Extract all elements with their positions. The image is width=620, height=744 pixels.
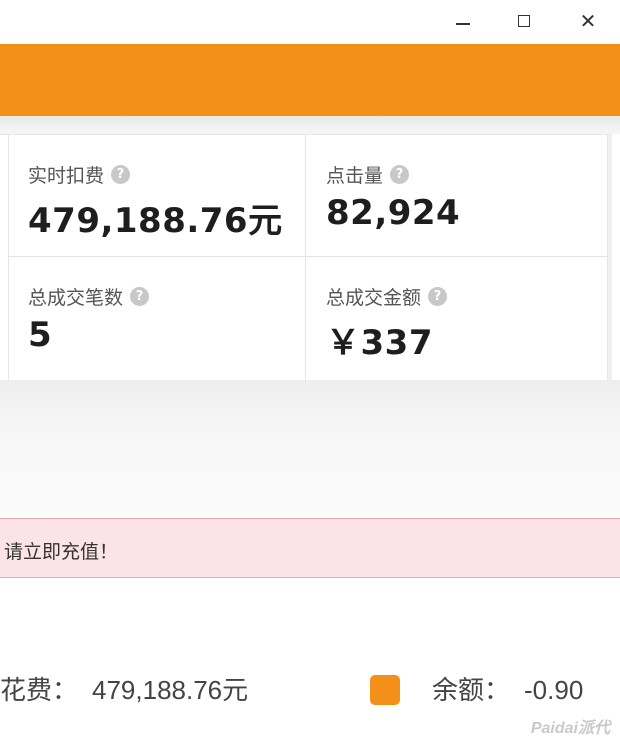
- summary-bar: 花费： 479,188.76元 余额： -0.90 Paidai派代: [0, 578, 620, 744]
- balance-label: 余额：: [432, 675, 511, 705]
- maximize-icon: [518, 15, 530, 27]
- recharge-alert: 请立即充值！: [0, 518, 620, 578]
- question-circle-icon[interactable]: ?: [111, 165, 131, 184]
- content-gap: [0, 380, 620, 518]
- stats-panel: 实时扣费 ? 479,188.76元 点击量 ? 82,924 总成交笔数 ? …: [0, 134, 612, 381]
- watermark-logo: Paidai派代: [530, 720, 610, 737]
- stat-value: 5: [28, 315, 53, 355]
- window-titlebar: ✕: [0, 0, 620, 44]
- stat-value: ￥337: [326, 323, 433, 363]
- maximize-button[interactable]: [507, 6, 541, 36]
- question-circle-icon[interactable]: ?: [390, 165, 410, 184]
- stat-label-text: 总成交金额: [326, 288, 422, 309]
- question-circle-icon[interactable]: ?: [130, 287, 150, 306]
- stat-label-text: 总成交笔数: [28, 288, 124, 309]
- alert-text: 请立即充值！: [4, 542, 119, 563]
- stat-label: 总成交金额 ?: [326, 283, 448, 310]
- stat-label: 实时扣费 ?: [28, 161, 131, 188]
- close-icon: ✕: [579, 9, 597, 33]
- stat-label-text: 点击量: [326, 166, 384, 187]
- minimize-icon: [456, 23, 470, 25]
- stats-divider: [608, 135, 612, 381]
- balance-value: -0.90: [524, 675, 584, 705]
- balance-summary: 余额： -0.90: [432, 670, 583, 707]
- stat-card-realtime-charge: 实时扣费 ? 479,188.76元: [8, 135, 306, 257]
- stat-value: 82,924: [326, 193, 461, 233]
- spend-summary: 花费： 479,188.76元: [0, 670, 248, 707]
- balance-legend-swatch: [370, 675, 400, 705]
- spend-label: 花费：: [0, 675, 79, 705]
- stat-label: 总成交笔数 ?: [28, 283, 150, 310]
- stat-card-clicks: 点击量 ? 82,924: [306, 135, 608, 257]
- stat-card-total-orders: 总成交笔数 ? 5: [8, 257, 306, 381]
- minimize-button[interactable]: [446, 6, 480, 36]
- stat-value: 479,188.76元: [28, 201, 283, 241]
- spend-value: 479,188.76元: [92, 675, 249, 705]
- header-shadow: [0, 116, 620, 134]
- question-circle-icon[interactable]: ?: [428, 287, 448, 306]
- stat-label-text: 实时扣费: [28, 166, 105, 187]
- stat-card-total-amount: 总成交金额 ? ￥337: [306, 257, 608, 381]
- header-band: [0, 44, 620, 116]
- close-button[interactable]: ✕: [571, 6, 605, 36]
- stat-label: 点击量 ?: [326, 161, 410, 188]
